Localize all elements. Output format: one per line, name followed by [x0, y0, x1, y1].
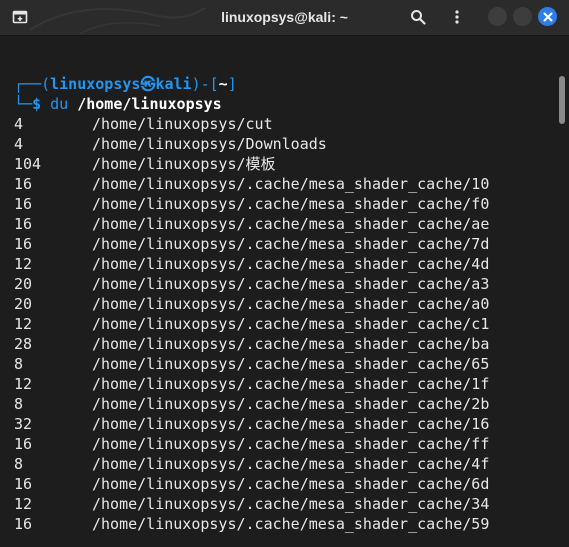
disk-usage-path: /home/linuxopsys/cut: [92, 115, 273, 133]
disk-usage-path: /home/linuxopsys/.cache/mesa_shader_cach…: [92, 215, 490, 233]
output-row: 20/home/linuxopsys/.cache/mesa_shader_ca…: [14, 274, 489, 294]
command-line: └─$ du /home/linuxopsys: [14, 95, 222, 113]
output-row: 16/home/linuxopsys/.cache/mesa_shader_ca…: [14, 174, 489, 194]
disk-usage-path: /home/linuxopsys/.cache/mesa_shader_cach…: [92, 275, 490, 293]
disk-usage-size: 32: [14, 415, 33, 433]
output-row: 20/home/linuxopsys/.cache/mesa_shader_ca…: [14, 294, 489, 314]
disk-usage-size: 8: [14, 355, 24, 373]
close-button[interactable]: [538, 7, 557, 26]
prompt-header-line: ┌──(linuxopsys㉿kali)-[~]: [14, 75, 237, 93]
disk-usage-size: 12: [14, 255, 33, 273]
command-name: du: [50, 95, 69, 113]
disk-usage-path: /home/linuxopsys/.cache/mesa_shader_cach…: [92, 335, 490, 353]
disk-usage-size: 16: [14, 175, 33, 193]
output-row: 8/home/linuxopsys/.cache/mesa_shader_cac…: [14, 354, 489, 374]
disk-usage-size: 16: [14, 215, 33, 233]
disk-usage-path: /home/linuxopsys/.cache/mesa_shader_cach…: [92, 315, 490, 333]
prompt-host: kali: [155, 75, 192, 93]
output-row: 12/home/linuxopsys/.cache/mesa_shader_ca…: [14, 254, 489, 274]
output-row: 16/home/linuxopsys/.cache/mesa_shader_ca…: [14, 194, 489, 214]
disk-usage-path: /home/linuxopsys/.cache/mesa_shader_cach…: [92, 235, 490, 253]
close-icon: [543, 12, 552, 21]
disk-usage-size: 104: [14, 155, 42, 173]
disk-usage-size: 20: [14, 275, 33, 293]
disk-usage-path: /home/linuxopsys/.cache/mesa_shader_cach…: [92, 415, 490, 433]
output-row: 16/home/linuxopsys/.cache/mesa_shader_ca…: [14, 474, 489, 494]
disk-usage-size: 16: [14, 475, 33, 493]
prompt-user: linuxopsys: [50, 75, 141, 93]
output-row: 4/home/linuxopsys/Downloads: [14, 134, 327, 154]
disk-usage-size: 16: [14, 435, 33, 453]
disk-usage-size: 4: [14, 115, 24, 133]
new-tab-icon: [12, 10, 28, 24]
output-row: 104/home/linuxopsys/模板: [14, 154, 276, 174]
output-row: 16/home/linuxopsys/.cache/mesa_shader_ca…: [14, 434, 489, 454]
disk-usage-size: 16: [14, 235, 33, 253]
output-row: 4/home/linuxopsys/cut: [14, 114, 273, 134]
disk-usage-size: 4: [14, 135, 24, 153]
command-argument: /home/linuxopsys: [77, 95, 222, 113]
prompt-at-symbol: ㉿: [140, 75, 156, 93]
maximize-button[interactable]: [513, 7, 532, 26]
disk-usage-path: /home/linuxopsys/.cache/mesa_shader_cach…: [92, 435, 490, 453]
disk-usage-path: /home/linuxopsys/模板: [92, 155, 276, 173]
output-row: 32/home/linuxopsys/.cache/mesa_shader_ca…: [14, 414, 489, 434]
disk-usage-size: 12: [14, 495, 33, 513]
vertical-scrollbar[interactable]: [559, 76, 565, 124]
disk-usage-path: /home/linuxopsys/Downloads: [92, 135, 327, 153]
minimize-button[interactable]: [488, 7, 507, 26]
prompt-dollar: $: [32, 95, 42, 113]
disk-usage-path: /home/linuxopsys/.cache/mesa_shader_cach…: [92, 455, 490, 473]
disk-usage-path: /home/linuxopsys/.cache/mesa_shader_cach…: [92, 515, 490, 533]
disk-usage-path: /home/linuxopsys/.cache/mesa_shader_cach…: [92, 395, 490, 413]
output-row: 8/home/linuxopsys/.cache/mesa_shader_cac…: [14, 454, 489, 474]
disk-usage-size: 8: [14, 395, 24, 413]
disk-usage-path: /home/linuxopsys/.cache/mesa_shader_cach…: [92, 475, 490, 493]
kebab-menu-icon: [455, 10, 459, 24]
disk-usage-path: /home/linuxopsys/.cache/mesa_shader_cach…: [92, 295, 490, 313]
disk-usage-size: 12: [14, 315, 33, 333]
disk-usage-path: /home/linuxopsys/.cache/mesa_shader_cach…: [92, 195, 490, 213]
search-button[interactable]: [407, 6, 429, 28]
output-row: 16/home/linuxopsys/.cache/mesa_shader_ca…: [14, 514, 489, 534]
disk-usage-path: /home/linuxopsys/.cache/mesa_shader_cach…: [92, 355, 490, 373]
output-row: 12/home/linuxopsys/.cache/mesa_shader_ca…: [14, 314, 489, 334]
output-row: 16/home/linuxopsys/.cache/mesa_shader_ca…: [14, 234, 489, 254]
disk-usage-path: /home/linuxopsys/.cache/mesa_shader_cach…: [92, 375, 490, 393]
output-row: 8/home/linuxopsys/.cache/mesa_shader_cac…: [14, 394, 489, 414]
terminal-output-area[interactable]: ┌──(linuxopsys㉿kali)-[~] └─$ du /home/li…: [0, 36, 569, 547]
disk-usage-path: /home/linuxopsys/.cache/mesa_shader_cach…: [92, 495, 490, 513]
kali-dragon-watermark-icon: [29, 7, 206, 35]
title-bar[interactable]: linuxopsys@kali: ~: [0, 0, 569, 36]
disk-usage-size: 28: [14, 335, 33, 353]
menu-button[interactable]: [446, 6, 468, 28]
terminal-window: linuxopsys@kali: ~ ┌──(linuxopsys㉿kali)-…: [0, 0, 569, 547]
disk-usage-path: /home/linuxopsys/.cache/mesa_shader_cach…: [92, 175, 490, 193]
prompt-directory: ~: [218, 75, 228, 93]
output-row: 28/home/linuxopsys/.cache/mesa_shader_ca…: [14, 334, 489, 354]
disk-usage-size: 12: [14, 375, 33, 393]
output-row: 16/home/linuxopsys/.cache/mesa_shader_ca…: [14, 214, 489, 234]
disk-usage-path: /home/linuxopsys/.cache/mesa_shader_cach…: [92, 255, 490, 273]
output-row: 12/home/linuxopsys/.cache/mesa_shader_ca…: [14, 494, 489, 514]
disk-usage-size: 8: [14, 455, 24, 473]
disk-usage-size: 16: [14, 515, 33, 533]
output-row: 12/home/linuxopsys/.cache/mesa_shader_ca…: [14, 374, 489, 394]
disk-usage-size: 20: [14, 295, 33, 313]
search-icon: [411, 10, 426, 25]
new-tab-button[interactable]: [9, 6, 31, 28]
disk-usage-size: 16: [14, 195, 33, 213]
